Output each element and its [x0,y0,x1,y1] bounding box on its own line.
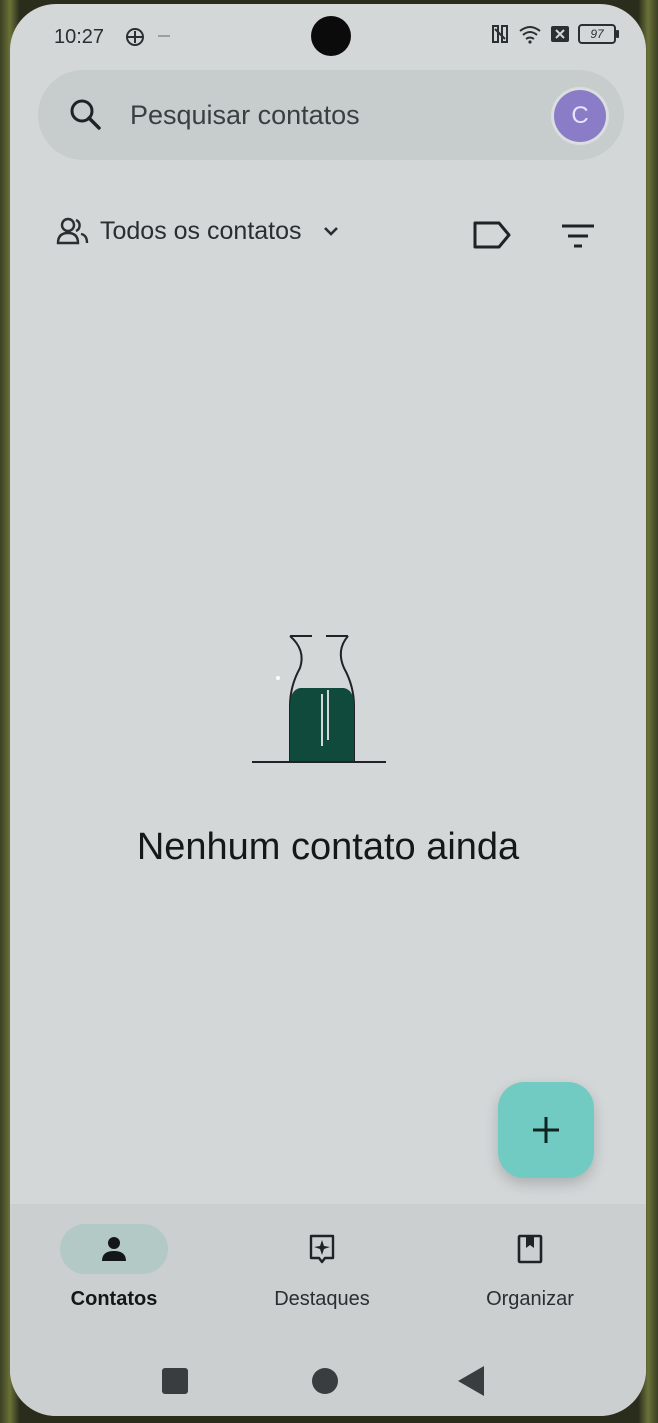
empty-bottle-illustration [252,635,386,763]
status-bar: 10:27 97 [10,4,646,70]
nav-label-destaques: Destaques [274,1288,370,1310]
nav-active-indicator [60,1224,168,1274]
nav-item-organizar[interactable]: Organizar [450,1224,610,1311]
empty-state-message: Nenhum contato ainda [136,826,520,868]
home-button[interactable] [312,1368,338,1394]
filter-list-icon[interactable] [560,222,596,250]
status-time: 10:27 [54,26,105,48]
nav-label-contatos: Contatos [70,1288,158,1310]
nfc-icon [492,25,508,43]
sim-off-icon [551,26,569,42]
sparkle-badge-icon [309,1234,335,1264]
contacts-group-icon [56,217,89,245]
front-camera [311,16,351,56]
battery-icon: 97 [578,24,619,44]
filter-row: Todos os contatos [10,204,646,264]
account-avatar[interactable]: C [554,90,606,142]
person-icon [102,1237,126,1261]
nav-item-contatos[interactable]: Contatos [34,1224,194,1311]
back-button[interactable] [458,1366,484,1396]
phone-frame: 10:27 97 Pesquisar contatos C Todos os c… [0,0,658,1423]
plus-icon [533,1117,559,1143]
contacts-filter-dropdown[interactable]: Todos os contatos [56,216,342,246]
vpn-icon [126,28,144,46]
screen: 10:27 97 Pesquisar contatos C Todos os c… [10,4,646,1416]
recent-apps-button[interactable] [162,1368,188,1394]
chevron-down-icon [323,227,338,236]
search-icon[interactable] [68,97,102,131]
add-contact-button[interactable] [498,1082,594,1178]
nav-icon-container [476,1224,584,1274]
nav-item-destaques[interactable]: Destaques [242,1224,402,1311]
nav-icon-container [268,1224,376,1274]
label-icon[interactable] [472,220,512,250]
search-bar[interactable]: Pesquisar contatos C [38,70,624,160]
system-navigation [10,1362,646,1402]
nav-label-organizar: Organizar [486,1288,574,1310]
status-icons: 97 [490,24,619,44]
search-input[interactable]: Pesquisar contatos [130,100,360,131]
bookmark-book-icon [517,1234,543,1264]
status-dash [158,35,170,37]
wifi-icon [519,26,541,44]
filter-label: Todos os contatos [100,216,302,245]
